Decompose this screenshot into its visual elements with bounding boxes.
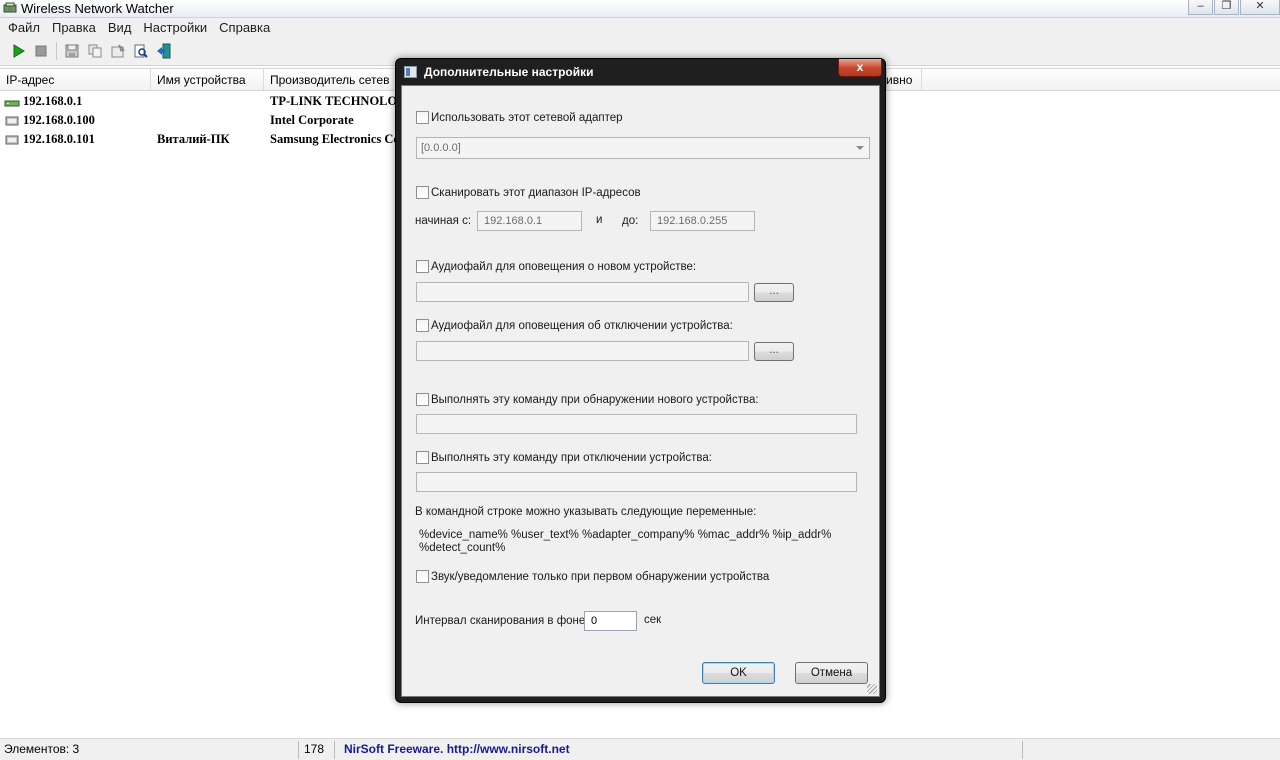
cmd-new-input[interactable] [416, 414, 857, 434]
variables-line-2: %detect_count% [419, 542, 506, 554]
audio-disconnect-checkbox[interactable] [416, 319, 429, 332]
use-adapter-label: Использовать этот сетевой адаптер [431, 112, 623, 124]
app-icon [3, 2, 17, 13]
first-detect-only-label: Звук/уведомление только при первом обнар… [431, 571, 770, 583]
adapter-select[interactable]: [0.0.0.0] [416, 137, 870, 159]
cell-vendor: Samsung Electronics Co [270, 132, 396, 146]
chevron-down-icon [856, 146, 864, 150]
menu-view[interactable]: Вид [102, 18, 138, 37]
variables-line-1: %device_name% %user_text% %adapter_compa… [419, 529, 832, 541]
column-vendor[interactable]: Производитель сетев [264, 69, 400, 91]
menu-file[interactable]: Файл [2, 18, 46, 37]
menu-help[interactable]: Справка [213, 18, 276, 37]
router-icon [4, 100, 20, 107]
range-to-label: до: [622, 215, 639, 227]
first-detect-only-checkbox[interactable] [416, 570, 429, 583]
scan-interval-label: Интервал сканирования в фоне: [415, 615, 589, 627]
copy-icon[interactable] [87, 43, 103, 59]
properties-icon[interactable] [110, 43, 126, 59]
cell-ip: 192.168.0.100 [23, 113, 95, 127]
status-divider [298, 741, 299, 759]
dialog-body: Использовать этот сетевой адаптер [0.0.0… [401, 85, 880, 697]
scan-range-checkbox[interactable] [416, 186, 429, 199]
resize-grip[interactable] [867, 684, 877, 694]
adapter-select-value: [0.0.0.0] [421, 142, 461, 154]
status-divider [1022, 741, 1023, 759]
scan-interval-input[interactable]: 0 [584, 611, 637, 631]
cmd-new-checkbox[interactable] [416, 393, 429, 406]
computer-icon [5, 135, 19, 145]
dialog-window-icon [404, 66, 417, 78]
nirsoft-link[interactable]: NirSoft Freeware. http://www.nirsoft.net [342, 739, 570, 760]
range-from-label: начиная с: [415, 215, 472, 227]
audio-new-browse-button[interactable]: ... [754, 283, 794, 302]
cmd-disconnect-input[interactable] [416, 472, 857, 492]
ok-button[interactable]: OK [702, 662, 775, 684]
dialog-close-button[interactable]: x [838, 59, 882, 77]
audio-disconnect-label: Аудиофайл для оповещения об отключении у… [431, 320, 733, 332]
column-ip[interactable]: IP-адрес [0, 69, 151, 91]
status-items-count: Элементов: 3 [4, 742, 80, 756]
exit-icon[interactable] [156, 43, 172, 59]
menu-bar: Файл Правка Вид Настройки Справка [0, 18, 1280, 37]
advanced-settings-dialog: Дополнительные настройки x Использовать … [395, 58, 886, 703]
play-icon[interactable] [10, 43, 26, 59]
status-number: 178 [304, 742, 325, 756]
range-to-input[interactable]: 192.168.0.255 [650, 211, 755, 231]
range-and-label: и [596, 214, 603, 226]
use-adapter-checkbox[interactable] [416, 111, 429, 124]
status-bar: Элементов: 3 178 NirSoft Freeware. http:… [0, 738, 1280, 760]
scan-interval-unit: сек [644, 614, 662, 626]
audio-new-label: Аудиофайл для оповещения о новом устройс… [431, 261, 697, 273]
minimize-button[interactable]: – [1188, 0, 1213, 15]
column-device-name[interactable]: Имя устройства [151, 69, 264, 91]
window-titlebar: Wireless Network Watcher – ❐ ✕ [0, 0, 1280, 18]
cmd-new-label: Выполнять эту команду при обнаружении но… [431, 394, 759, 406]
cmd-disconnect-label: Выполнять эту команду при отключении уст… [431, 452, 712, 464]
stop-icon[interactable] [33, 43, 49, 59]
find-icon[interactable] [133, 43, 149, 59]
save-icon[interactable] [64, 43, 80, 59]
column-active[interactable]: ивно [880, 69, 922, 91]
audio-new-checkbox[interactable] [416, 260, 429, 273]
cell-device-name: Виталий-ПК [157, 132, 230, 146]
toolbar-separator [56, 42, 57, 60]
menu-settings[interactable]: Настройки [137, 18, 213, 37]
cell-vendor: TP-LINK TECHNOLOGI [270, 94, 396, 108]
maximize-button[interactable]: ❐ [1214, 0, 1239, 15]
cmd-disconnect-checkbox[interactable] [416, 451, 429, 464]
cell-ip: 192.168.0.1 [23, 94, 83, 108]
close-window-button[interactable]: ✕ [1240, 0, 1280, 15]
computer-icon [5, 116, 19, 126]
variables-info: В командной строке можно указывать следу… [415, 506, 757, 518]
range-from-input[interactable]: 192.168.0.1 [477, 211, 582, 231]
audio-disconnect-file-input[interactable] [416, 341, 749, 361]
dialog-title: Дополнительные настройки [424, 65, 594, 79]
window-title: Wireless Network Watcher [21, 1, 174, 16]
menu-edit[interactable]: Правка [46, 18, 102, 37]
cell-vendor: Intel Corporate [270, 113, 354, 127]
scan-range-label: Сканировать этот диапазон IP-адресов [431, 187, 641, 199]
audio-new-file-input[interactable] [416, 282, 749, 302]
cancel-button[interactable]: Отмена [795, 662, 868, 684]
cell-ip: 192.168.0.101 [23, 132, 95, 146]
audio-disconnect-browse-button[interactable]: ... [754, 342, 794, 361]
status-divider [334, 741, 335, 759]
